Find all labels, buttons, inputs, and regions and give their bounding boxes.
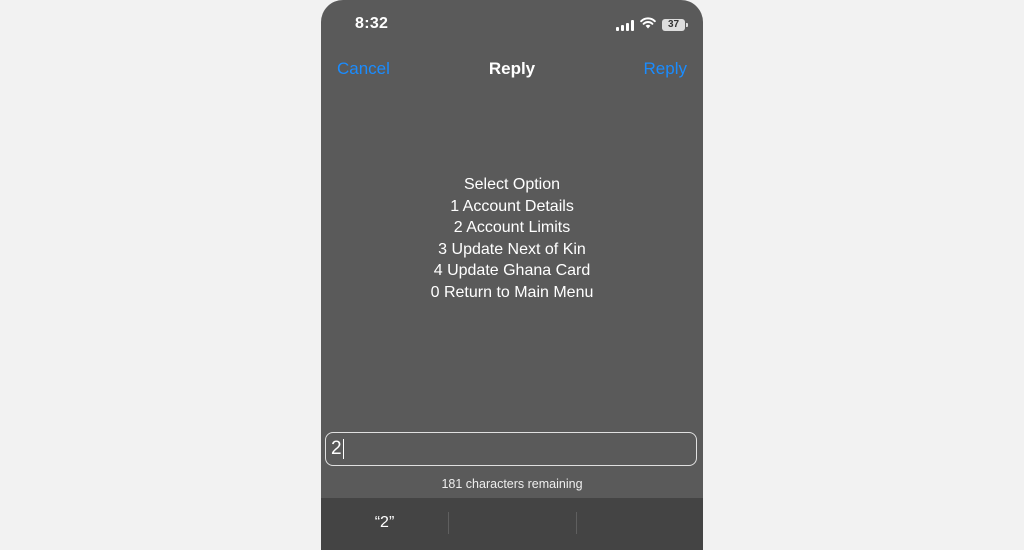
wifi-icon (640, 16, 656, 34)
battery-icon: 37 (662, 19, 688, 31)
message-line: 1 Account Details (450, 197, 574, 215)
battery-level: 37 (667, 19, 680, 30)
message-line: 2 Account Limits (453, 219, 571, 237)
characters-remaining: 181 characters remaining (441, 477, 583, 491)
ussd-message: Select Option 1 Account Details 2 Accoun… (321, 174, 703, 304)
status-bar: 8:32 37 (321, 0, 703, 48)
nav-bar: Cancel Reply Reply (321, 52, 703, 84)
cellular-signal-icon (616, 19, 634, 31)
text-cursor (342, 439, 344, 459)
suggestion-1[interactable]: “2” (321, 498, 448, 550)
keyboard-suggestion-bar: “2” (321, 498, 703, 550)
reply-button[interactable]: Reply (644, 59, 687, 79)
status-time: 8:32 (355, 15, 389, 32)
status-icons: 37 (616, 16, 688, 34)
message-line: 3 Update Next of Kin (438, 240, 586, 258)
suggestion-2[interactable] (448, 498, 576, 550)
phone-screen: 8:32 37 Cancel Reply Reply Select Option… (321, 0, 703, 550)
suggestion-3[interactable] (576, 498, 703, 550)
reply-input-value: 2 (331, 438, 342, 459)
message-line: 0 Return to Main Menu (430, 283, 594, 301)
reply-input[interactable]: 2 (325, 432, 697, 466)
message-line: 4 Update Ghana Card (433, 262, 591, 280)
message-line: Select Option (463, 176, 561, 193)
